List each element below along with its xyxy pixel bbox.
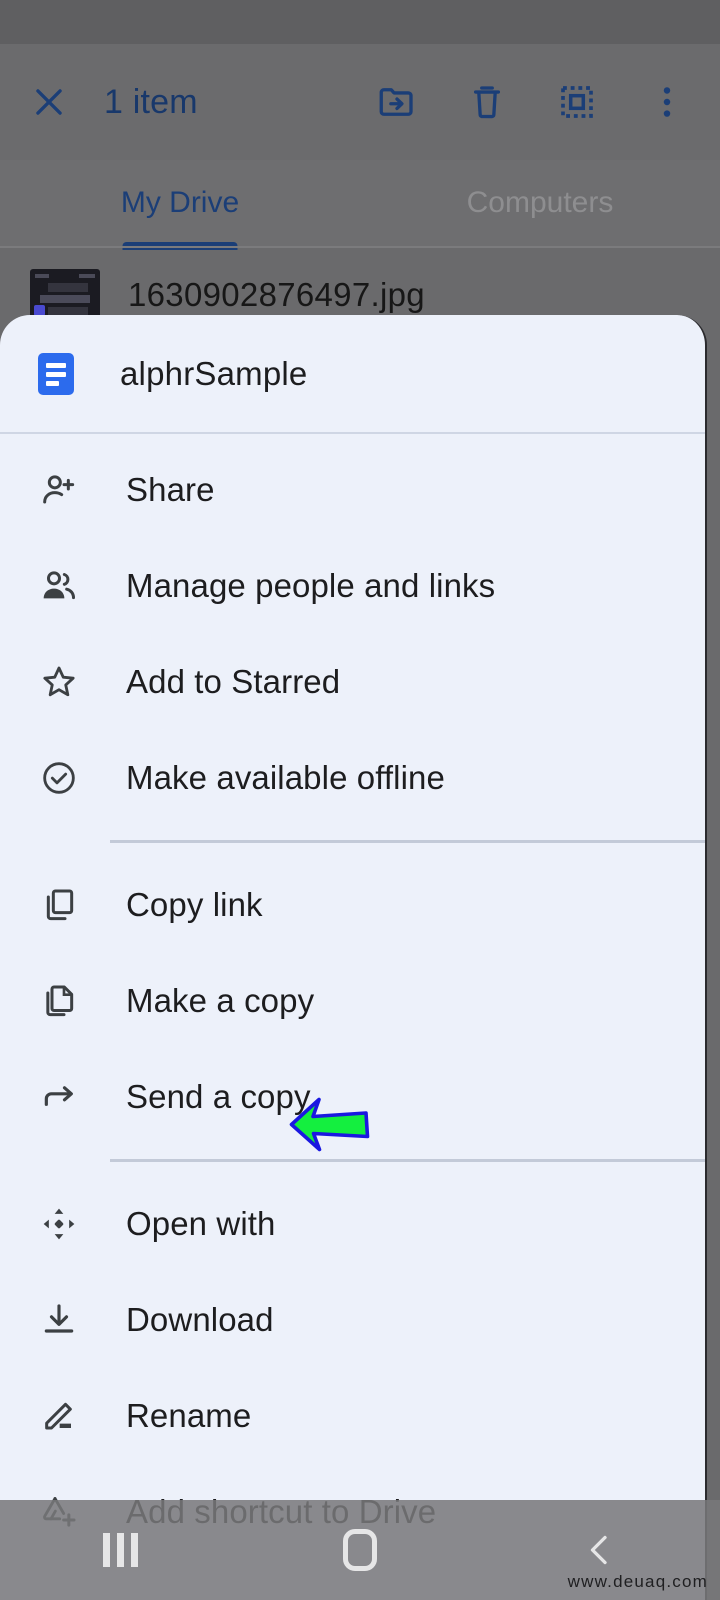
sheet-title: alphrSample bbox=[120, 355, 307, 393]
star-outline-icon bbox=[38, 661, 80, 703]
menu-item-manage-people-and-links-label: Manage people and links bbox=[126, 567, 495, 605]
back-chevron-icon bbox=[580, 1530, 620, 1570]
menu-item-add-to-starred-label: Add to Starred bbox=[126, 663, 340, 701]
section-divider-1 bbox=[110, 840, 705, 843]
tab-my-drive-label: My Drive bbox=[121, 186, 239, 220]
drive-tabs: My Drive Computers bbox=[0, 160, 720, 246]
menu-item-share-label: Share bbox=[126, 471, 215, 509]
menu-item-make-a-copy-label: Make a copy bbox=[126, 982, 314, 1020]
selection-count-label: 1 item bbox=[104, 83, 198, 122]
menu-item-make-a-copy[interactable]: Make a copy bbox=[0, 953, 705, 1049]
google-docs-icon bbox=[38, 353, 74, 395]
menu-item-rename[interactable]: Rename bbox=[0, 1368, 705, 1464]
menu-item-copy-link-label: Copy link bbox=[126, 886, 263, 924]
delete-icon bbox=[466, 81, 508, 123]
tab-my-drive[interactable]: My Drive bbox=[0, 160, 360, 246]
menu-item-download[interactable]: Download bbox=[0, 1272, 705, 1368]
move-to-folder-icon bbox=[376, 81, 418, 123]
recents-icon bbox=[103, 1533, 138, 1567]
menu-item-open-with-label: Open with bbox=[126, 1205, 275, 1243]
download-icon bbox=[38, 1299, 80, 1341]
sheet-header: alphrSample bbox=[0, 315, 705, 432]
menu-item-manage-people-and-links[interactable]: Manage people and links bbox=[0, 538, 705, 634]
menu-item-download-label: Download bbox=[126, 1301, 274, 1339]
select-all-icon bbox=[556, 81, 598, 123]
select-all-button[interactable] bbox=[546, 71, 608, 133]
menu-item-make-available-offline[interactable]: Make available offline bbox=[0, 730, 705, 826]
copy-link-icon bbox=[38, 884, 80, 926]
menu-item-add-to-starred[interactable]: Add to Starred bbox=[0, 634, 705, 730]
more-options-button[interactable] bbox=[636, 71, 698, 133]
menu-item-share[interactable]: Share bbox=[0, 442, 705, 538]
people-icon bbox=[38, 565, 80, 607]
copy-file-icon bbox=[38, 980, 80, 1022]
back-button[interactable] bbox=[480, 1530, 720, 1570]
tab-computers-label: Computers bbox=[467, 186, 614, 220]
tabs-underline bbox=[0, 246, 720, 248]
screen: 1 item bbox=[0, 0, 720, 1600]
home-icon bbox=[343, 1529, 377, 1571]
check-circle-icon bbox=[38, 757, 80, 799]
pencil-icon bbox=[38, 1395, 80, 1437]
menu-item-rename-label: Rename bbox=[126, 1397, 251, 1435]
menu-item-copy-link[interactable]: Copy link bbox=[0, 857, 705, 953]
selection-app-bar: 1 item bbox=[0, 44, 720, 160]
send-arrow-icon bbox=[38, 1076, 80, 1118]
status-bar bbox=[0, 0, 720, 44]
close-icon bbox=[30, 83, 68, 121]
person-add-icon bbox=[38, 469, 80, 511]
menu-item-send-a-copy[interactable]: Send a copy bbox=[0, 1049, 705, 1145]
home-button[interactable] bbox=[240, 1529, 480, 1571]
tab-computers[interactable]: Computers bbox=[360, 160, 720, 246]
menu-item-send-a-copy-label: Send a copy bbox=[126, 1078, 311, 1116]
section-divider-2 bbox=[110, 1159, 705, 1162]
file-actions-bottom-sheet: alphrSample Share bbox=[0, 315, 707, 1600]
sheet-menu-list: Share Manage people and links bbox=[0, 434, 705, 1560]
open-with-icon bbox=[38, 1203, 80, 1245]
file-thumbnail bbox=[30, 269, 100, 321]
menu-item-make-available-offline-label: Make available offline bbox=[126, 759, 445, 797]
more-options-icon bbox=[646, 81, 688, 123]
move-to-folder-button[interactable] bbox=[366, 71, 428, 133]
site-watermark: www.deuaq.com bbox=[568, 1572, 708, 1592]
delete-button[interactable] bbox=[456, 71, 518, 133]
file-name-label: 1630902876497.jpg bbox=[128, 276, 425, 314]
recents-button[interactable] bbox=[0, 1533, 240, 1567]
menu-item-open-with[interactable]: Open with bbox=[0, 1176, 705, 1272]
close-selection-button[interactable] bbox=[22, 75, 76, 129]
